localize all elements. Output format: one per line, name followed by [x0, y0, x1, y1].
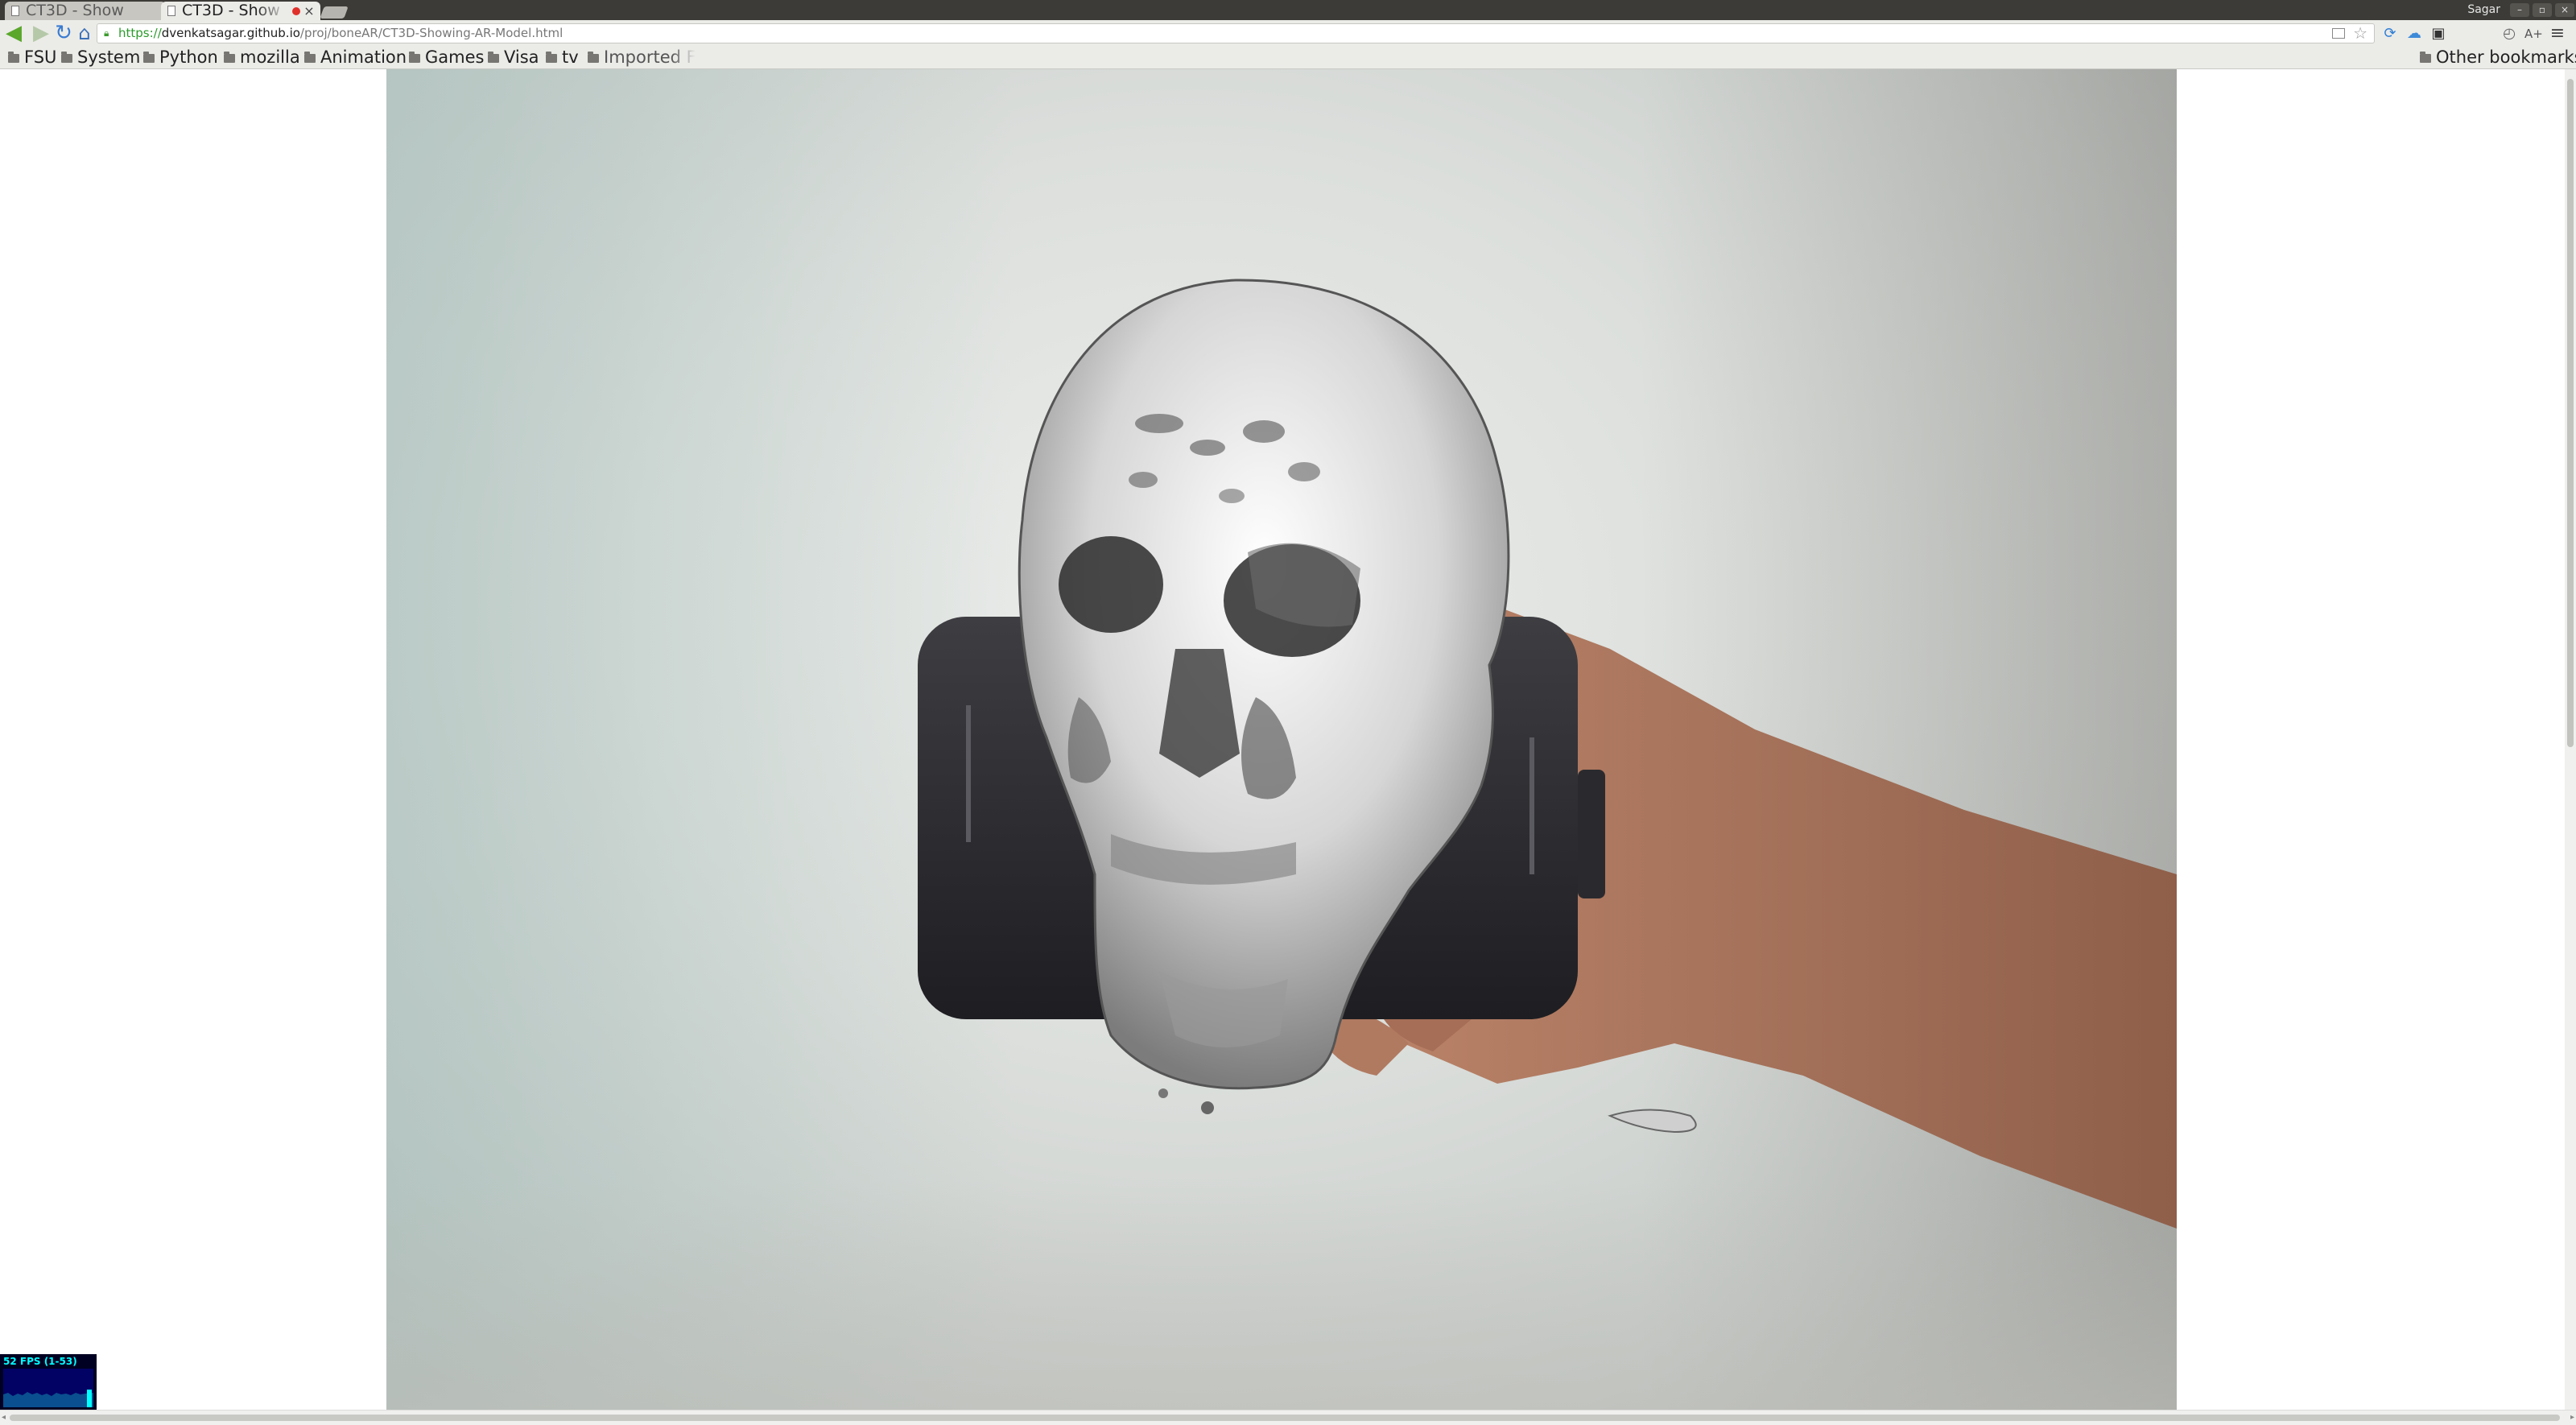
url-text: https://dvenkatsagar.github.io/proj/bone…	[118, 24, 563, 43]
scroll-left-icon[interactable]: ◂	[2, 1414, 6, 1422]
bookmark-label: tv	[562, 48, 579, 67]
bookmark-label: Animation	[320, 48, 407, 67]
page-icon	[167, 6, 175, 16]
folder-icon	[143, 52, 155, 63]
bookmarks-bar: FSU System Python mozilla Animation Game…	[0, 47, 2576, 69]
other-bookmarks-folder[interactable]: Other bookmarks	[2420, 47, 2576, 68]
folder-icon	[546, 52, 557, 63]
pocket-icon[interactable]: ▣	[2429, 25, 2447, 43]
bookmark-label: Visa	[504, 48, 539, 67]
folder-icon	[488, 52, 499, 63]
ar-video-canvas[interactable]	[386, 69, 2177, 1411]
tab-fade	[256, 2, 288, 20]
bookmark-label: Games	[425, 48, 485, 67]
bookmark-star-icon[interactable]: ☆	[2353, 24, 2368, 43]
folder-icon	[588, 52, 599, 63]
tab-ct3d-2[interactable]: CT3D - Show ×	[161, 2, 320, 20]
address-bar[interactable]: 🔒︎ https://dvenkatsagar.github.io/proj/b…	[97, 23, 2375, 43]
bookmark-label: FSU	[24, 48, 57, 67]
lock-icon: 🔒︎	[104, 27, 109, 39]
clock-icon[interactable]: ◴	[2500, 25, 2518, 43]
vertical-scrollbar[interactable]	[2565, 69, 2576, 1411]
forward-button[interactable]: ▶	[29, 22, 53, 45]
cloud-icon[interactable]: ☁	[2405, 25, 2423, 43]
new-tab-button[interactable]	[320, 6, 349, 19]
vertical-scroll-thumb[interactable]	[2567, 79, 2574, 747]
bookmark-folder-visa[interactable]: Visa	[488, 47, 539, 68]
maximize-button[interactable]: ▫	[2533, 3, 2552, 17]
bookmark-folder-games[interactable]: Games	[409, 47, 484, 68]
horizontal-scroll-thumb[interactable]	[10, 1415, 2560, 1421]
font-size-icon[interactable]: A+	[2524, 25, 2543, 43]
scroll-right-icon[interactable]: ▸	[2570, 1414, 2574, 1422]
tab-close-icon[interactable]: ×	[303, 2, 316, 20]
close-window-button[interactable]: ×	[2555, 3, 2574, 17]
bookmark-label: mozilla	[240, 48, 300, 67]
ar-scene	[918, 279, 2177, 1229]
horizontal-scrollbar[interactable]: ◂ ▸	[0, 1410, 2576, 1425]
home-button[interactable]: ⌂	[72, 22, 97, 45]
bookmark-folder-tv[interactable]: tv	[546, 47, 579, 68]
folder-icon	[304, 52, 316, 63]
folder-icon	[61, 52, 72, 63]
bookmark-label: Python	[159, 48, 218, 67]
url-path: /proj/boneAR/CT3D-Showing-AR-Model.html	[299, 26, 564, 40]
navigation-toolbar: ◀ ▶ ↻ ⌂ 🔒︎ https://dvenkatsagar.github.i…	[0, 20, 2576, 47]
back-button[interactable]: ◀	[2, 22, 26, 45]
bookmark-folder-python[interactable]: Python	[143, 47, 218, 68]
bookmark-folder-animation[interactable]: Animation	[304, 47, 407, 68]
bookmark-folder-imported[interactable]: Imported Fr	[588, 47, 696, 68]
tab-title: CT3D - Show	[26, 2, 124, 19]
bookmark-label: System	[77, 48, 141, 67]
minimize-button[interactable]: –	[2510, 3, 2529, 17]
folder-icon	[224, 52, 235, 63]
bookmark-folder-fsu[interactable]: FSU	[8, 47, 56, 68]
bookmark-label: Other bookmarks	[2436, 48, 2576, 67]
page-action-icon[interactable]	[2332, 28, 2345, 39]
fps-label: 52 FPS (1-53)	[3, 1356, 77, 1367]
fps-stats-panel[interactable]: 52 FPS (1-53)	[0, 1354, 97, 1411]
folder-icon	[409, 52, 420, 63]
page-viewport: 52 FPS (1-53)	[0, 69, 2565, 1411]
title-bar: CT3D - Show CT3D - Show × Sagar – ▫ ×	[0, 0, 2576, 20]
fps-graph	[3, 1369, 93, 1407]
menu-icon[interactable]: ≡	[2549, 25, 2566, 43]
folder-icon	[2420, 52, 2431, 63]
profile-button[interactable]: Sagar	[2461, 2, 2507, 18]
bookmark-folder-mozilla[interactable]: mozilla	[224, 47, 300, 68]
url-scheme: https://	[118, 26, 162, 40]
cloud-sync-icon[interactable]: ⟳	[2381, 25, 2399, 43]
bookmark-folder-system[interactable]: System	[61, 47, 140, 68]
tab-ct3d-1[interactable]: CT3D - Show	[5, 2, 166, 20]
page-icon	[11, 6, 19, 16]
url-host: dvenkatsagar.github.io	[161, 26, 300, 40]
recording-icon	[292, 7, 300, 15]
folder-icon	[8, 52, 19, 63]
label-fade	[671, 47, 696, 68]
